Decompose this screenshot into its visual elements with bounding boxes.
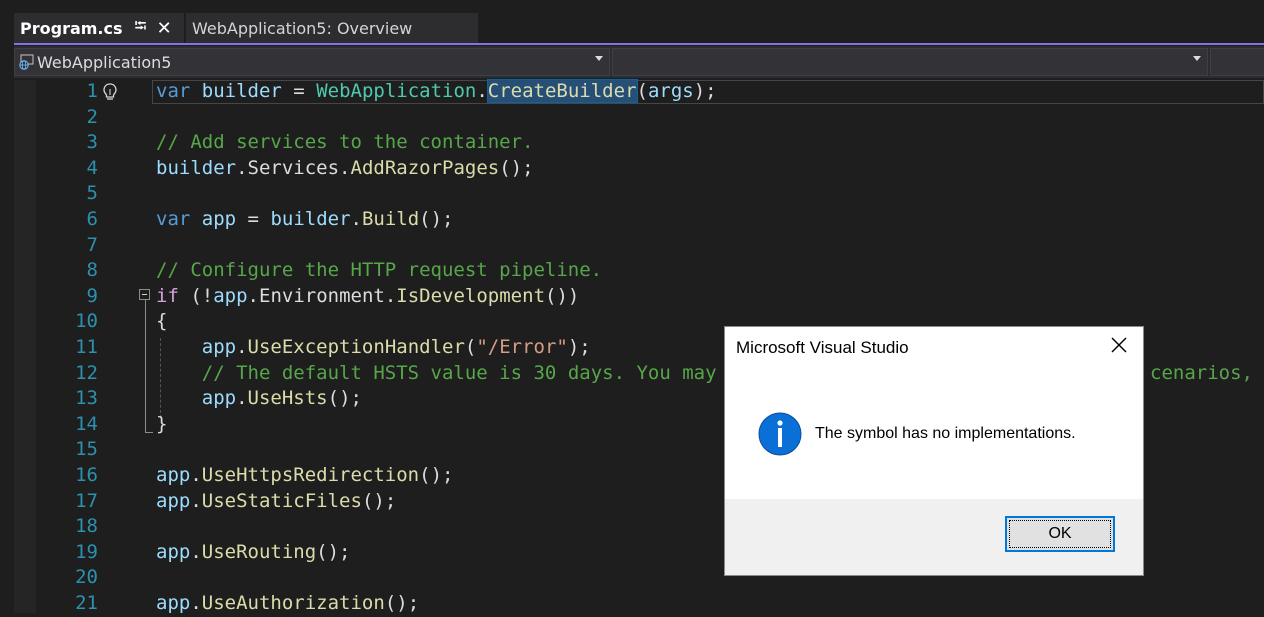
code-text[interactable]: app.UseHsts(); — [156, 386, 362, 412]
ok-button[interactable]: OK — [1005, 516, 1115, 552]
tab-program-cs[interactable]: Program.cs ⭾ ✕ — [14, 13, 184, 43]
dialog-button-bar: OK — [725, 499, 1143, 575]
line-number: 8 — [86, 259, 98, 282]
info-icon — [758, 412, 802, 456]
line-number: 13 — [75, 387, 98, 410]
line-number: 10 — [75, 310, 98, 333]
project-dropdown[interactable]: WebApplication5 — [14, 48, 610, 76]
line-number: 15 — [75, 438, 98, 461]
navigation-bar: WebApplication5 — [14, 46, 1264, 78]
code-line: 1 var builder = WebApplication.CreateBui… — [0, 79, 1264, 105]
line-number: 9 — [86, 284, 98, 307]
code-comment-tail[interactable]: cenarios, s — [1150, 361, 1264, 387]
close-icon[interactable] — [1107, 333, 1131, 357]
code-line: 3 // Add services to the container. — [0, 130, 1264, 156]
dialog-message: The symbol has no implementations. — [815, 425, 1076, 442]
line-number: 18 — [75, 515, 98, 538]
line-number: 2 — [86, 105, 98, 128]
member-dropdown[interactable] — [1210, 48, 1264, 76]
project-name: WebApplication5 — [37, 52, 172, 72]
line-number: 20 — [75, 566, 98, 589]
code-text[interactable]: } — [156, 412, 167, 438]
active-tab-accent-line — [14, 43, 1264, 45]
line-number: 14 — [75, 412, 98, 435]
close-icon[interactable]: ✕ — [157, 18, 172, 39]
line-number: 7 — [86, 233, 98, 256]
code-text[interactable]: app.UseStaticFiles(); — [156, 489, 396, 515]
code-text[interactable]: app.UseExceptionHandler("/Error"); — [156, 335, 591, 361]
code-line: 6 var app = builder.Build(); — [0, 207, 1264, 233]
code-text[interactable]: var app = builder.Build(); — [156, 207, 454, 233]
message-dialog: Microsoft Visual Studio The symbol has n… — [725, 327, 1143, 575]
chevron-down-icon — [595, 56, 603, 61]
code-text[interactable]: app.UseRouting(); — [156, 540, 351, 566]
code-text[interactable]: app.UseHttpsRedirection(); — [156, 463, 453, 489]
tab-overview[interactable]: WebApplication5: Overview — [186, 13, 478, 43]
line-number: 11 — [75, 336, 98, 358]
tab-label: WebApplication5: Overview — [192, 18, 413, 38]
line-number: 19 — [75, 540, 98, 563]
code-line: 4 builder.Services.AddRazorPages(); — [0, 156, 1264, 182]
code-text[interactable]: if (!app.Environment.IsDevelopment()) — [156, 284, 579, 310]
code-text[interactable]: { — [156, 309, 167, 335]
code-line: 2 — [0, 105, 1264, 131]
type-dropdown[interactable] — [612, 48, 1208, 76]
line-number: 6 — [86, 208, 98, 230]
line-number: 16 — [75, 464, 98, 486]
code-line: 7 — [0, 233, 1264, 259]
ok-button-label: OK — [1048, 525, 1072, 542]
code-line: 5 — [0, 181, 1264, 207]
pin-icon[interactable]: ⭾ — [135, 15, 147, 42]
code-comment[interactable]: // Add services to the container. — [156, 130, 534, 156]
line-number: 12 — [75, 361, 98, 384]
code-line: 9 if (!app.Environment.IsDevelopment()) — [0, 284, 1264, 310]
code-text[interactable]: builder.Services.AddRazorPages(); — [156, 156, 534, 182]
line-number: 17 — [75, 489, 98, 512]
chevron-down-icon — [1193, 56, 1201, 61]
code-text[interactable]: var builder = WebApplication.CreateBuild… — [156, 79, 717, 105]
dialog-title: Microsoft Visual Studio — [736, 338, 909, 357]
line-number: 5 — [86, 182, 98, 205]
code-comment[interactable]: // The default HSTS value is 30 days. Yo… — [156, 361, 717, 387]
line-number: 4 — [86, 156, 98, 179]
line-number: 3 — [86, 131, 98, 154]
tab-label: Program.cs — [20, 18, 123, 38]
code-comment[interactable]: // Configure the HTTP request pipeline. — [156, 258, 602, 284]
selected-symbol: CreateBuilder — [486, 79, 638, 103]
document-tab-strip: Program.cs ⭾ ✕ WebApplication5: Overview — [0, 0, 1264, 44]
globe-project-icon — [19, 54, 34, 70]
code-line: 8 // Configure the HTTP request pipeline… — [0, 258, 1264, 284]
line-number: 1 — [86, 80, 98, 102]
